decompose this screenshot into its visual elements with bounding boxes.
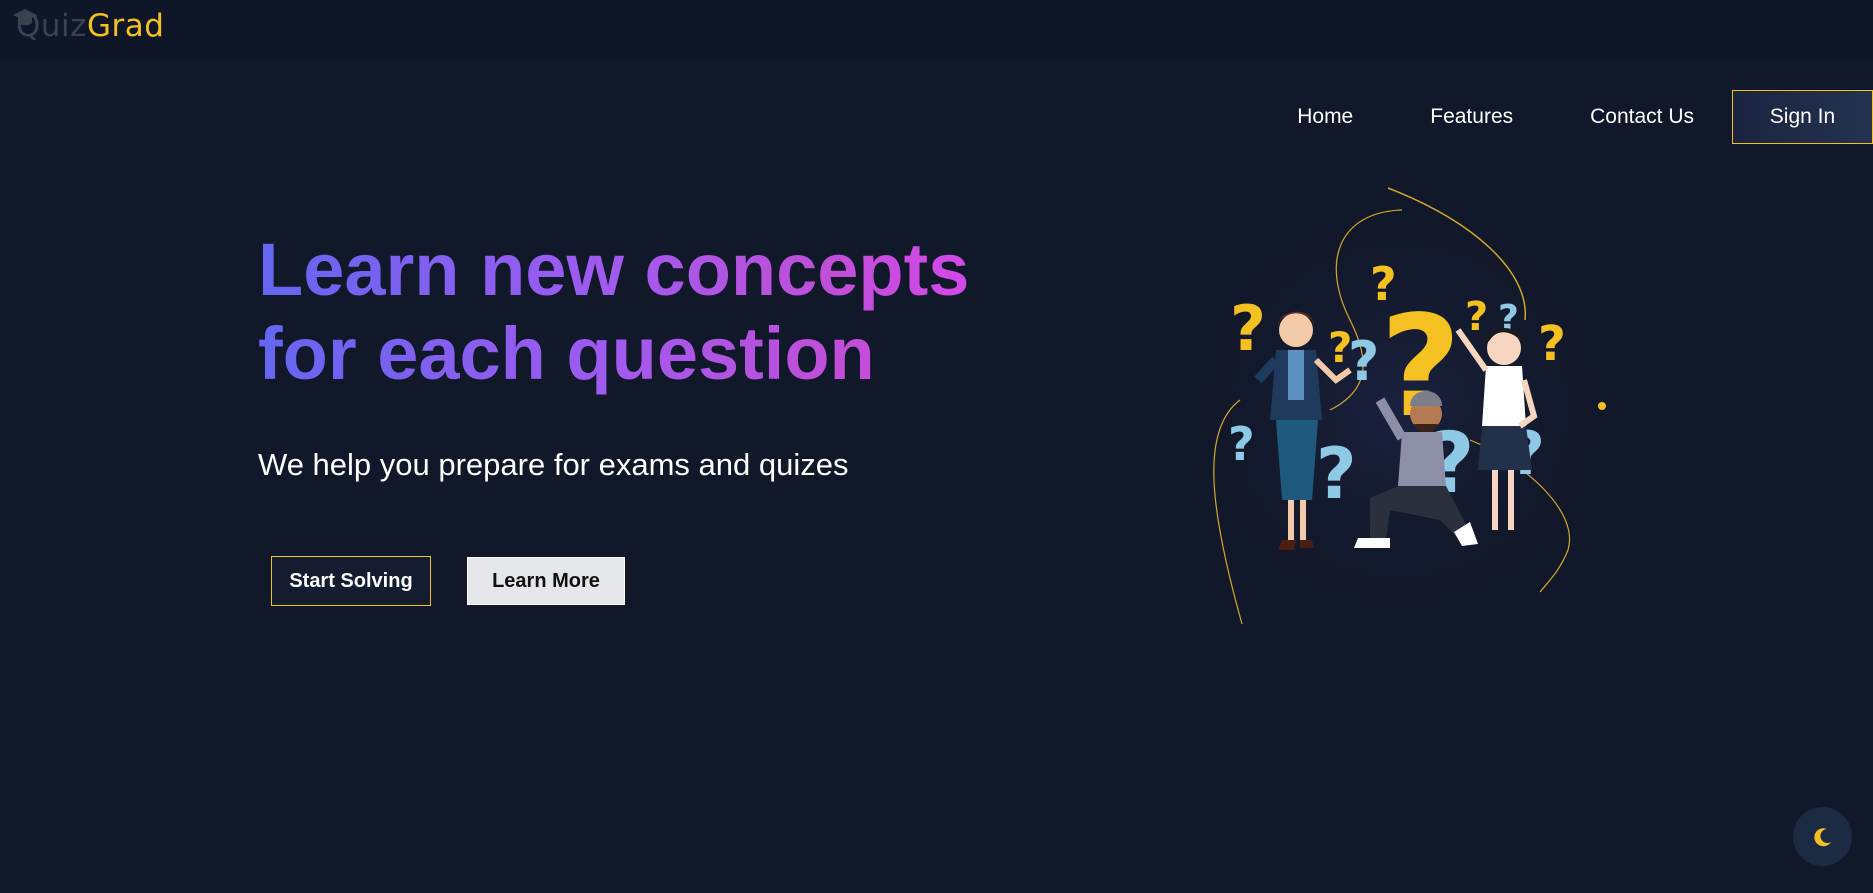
start-solving-button[interactable]: Start Solving — [271, 556, 431, 606]
svg-text:?: ? — [1228, 417, 1255, 471]
logo-grad-text: Grad — [86, 8, 165, 44]
hero-title-line2: for each question — [258, 312, 875, 395]
svg-text:?: ? — [1465, 294, 1488, 340]
svg-text:?: ? — [1316, 433, 1357, 515]
main-nav: Home Features Contact Us Sign In — [1297, 89, 1873, 145]
graduation-cap-icon — [13, 9, 37, 26]
svg-text:?: ? — [1230, 292, 1266, 365]
nav-home-link[interactable]: Home — [1297, 105, 1353, 129]
svg-text:?: ? — [1538, 316, 1566, 372]
svg-text:?: ? — [1348, 330, 1379, 393]
people-with-question-marks-illustration: ? ? ? ? ? ? ? ? ? ? ? ? ? — [1170, 180, 1620, 640]
sign-in-button[interactable]: Sign In — [1732, 90, 1873, 144]
learn-more-button[interactable]: Learn More — [467, 557, 625, 605]
nav-features-link[interactable]: Features — [1430, 105, 1513, 129]
hero-subtitle: We help you prepare for exams and quizes — [258, 447, 849, 482]
hero-title: Learn new concepts for each question — [258, 228, 1018, 396]
moon-icon — [1813, 827, 1831, 846]
logo[interactable]: QuizGrad — [12, 6, 164, 46]
nav-contact-link[interactable]: Contact Us — [1590, 105, 1694, 129]
top-bar — [0, 0, 1873, 58]
hero-title-line1: Learn new concepts — [258, 228, 970, 311]
theme-toggle-button[interactable] — [1793, 807, 1852, 866]
